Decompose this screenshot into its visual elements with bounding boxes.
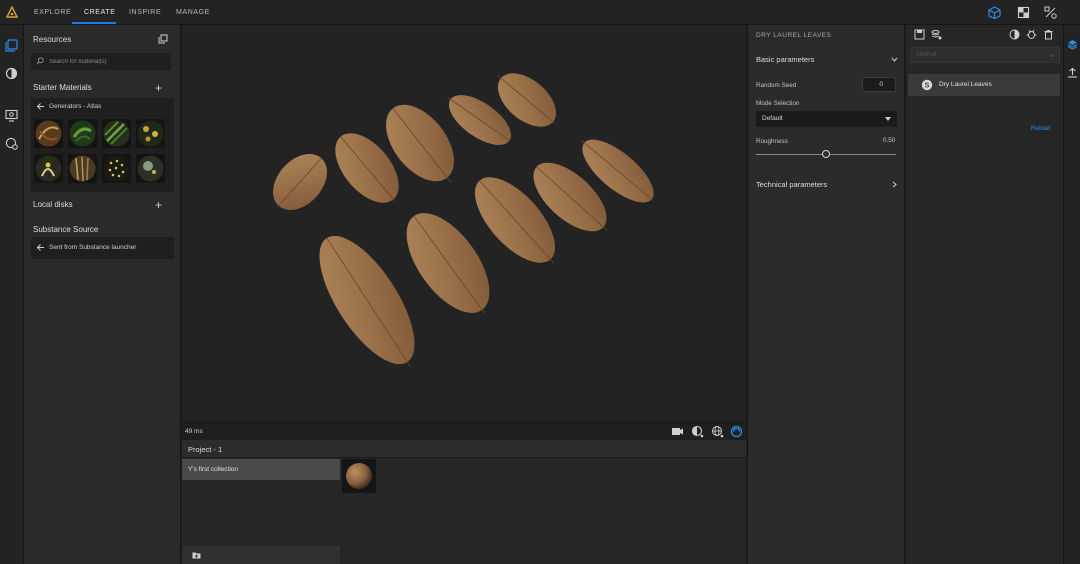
resources-title: Resources [33, 35, 72, 44]
layers-icon[interactable] [1067, 39, 1078, 50]
collection-label: Y's first collection [188, 466, 239, 473]
resources-panel: Resources Starter Materials + Generators… [24, 25, 181, 564]
layers-stack-icon[interactable] [931, 29, 942, 40]
debug-icon[interactable] [1026, 29, 1037, 40]
tab-manage[interactable]: MANAGE [176, 0, 210, 25]
substance-icon: S [921, 79, 933, 91]
viewport-toolbar: 49 ms [182, 422, 746, 440]
display-settings-icon[interactable] [5, 109, 18, 122]
project-header: Project - 1 [182, 440, 746, 458]
arrow-left-icon [36, 244, 44, 251]
collection-material-thumbnail[interactable] [342, 459, 376, 493]
arrow-left-icon [36, 103, 44, 110]
3d-viewport[interactable] [182, 25, 746, 422]
material-icon[interactable] [5, 67, 18, 80]
render-timing: 49 ms [185, 428, 203, 435]
material-graph-label: Dry Laurel Leaves [939, 81, 992, 88]
material-graph-item[interactable]: S Dry Laurel Leaves [908, 74, 1060, 96]
material-thumbnail[interactable] [102, 154, 131, 183]
library-icon[interactable] [5, 39, 18, 52]
random-seed-value: 0 [879, 81, 883, 88]
random-seed-input[interactable]: 0 [862, 77, 896, 92]
substance-source-box: Sent from Substance launcher [31, 237, 174, 259]
roughness-slider[interactable] [756, 149, 896, 161]
material-thumbnail[interactable] [34, 119, 63, 148]
svg-text:S: S [925, 82, 930, 89]
substance-launcher-back[interactable]: Sent from Substance launcher [31, 239, 174, 257]
graph-output-placeholder: Normal [917, 52, 937, 58]
active-tab-indicator [72, 22, 116, 24]
search-icon [36, 57, 44, 65]
app-logo-icon[interactable] [6, 6, 18, 18]
2d-view-icon[interactable] [1017, 6, 1030, 19]
add-starter-material-icon[interactable]: + [155, 82, 162, 94]
parameters-panel: DRY LAUREL LEAVES Basic parameters Rando… [747, 25, 905, 564]
basic-parameters-toggle[interactable]: Basic parameters [756, 55, 814, 64]
add-local-disk-icon[interactable]: + [155, 199, 162, 211]
leaf [273, 154, 327, 210]
lighting-icon[interactable] [691, 425, 704, 438]
environment-settings-icon[interactable] [5, 137, 18, 150]
material-name-header: DRY LAUREL LEAVES [756, 32, 832, 39]
contrast-icon[interactable] [1009, 29, 1020, 40]
project-title: Project - 1 [188, 445, 223, 454]
material-thumbnail[interactable] [136, 154, 165, 183]
technical-parameters-toggle[interactable]: Technical parameters [756, 180, 827, 189]
render-icon[interactable] [730, 425, 743, 438]
caret-down-icon [885, 117, 891, 121]
detach-panel-icon[interactable] [158, 34, 168, 44]
random-seed-label: Random Seed [756, 82, 797, 89]
material-thumbnail[interactable] [34, 154, 63, 183]
generators-atlas-back[interactable]: Generators - Atlas [31, 98, 174, 116]
save-icon[interactable] [914, 29, 925, 40]
starter-materials-title: Starter Materials [33, 83, 92, 92]
generators-atlas-label: Generators - Atlas [49, 103, 102, 110]
project-panel: Project - 1 Y's first collection [182, 440, 746, 564]
chevron-down-icon [1049, 54, 1054, 58]
local-disks-title: Local disks [33, 200, 73, 209]
roughness-label: Roughness [756, 138, 788, 145]
top-bar: EXPLORE CREATE INSPIRE MANAGE [0, 0, 1080, 25]
starter-materials-box: Generators - Atlas [31, 98, 174, 192]
export-icon[interactable] [1067, 67, 1078, 78]
mode-selection-dropdown[interactable]: Default [756, 111, 897, 127]
material-thumbnail[interactable] [68, 119, 97, 148]
reload-link[interactable]: Reload [1031, 126, 1050, 132]
share-icon[interactable] [1044, 6, 1057, 19]
tab-explore[interactable]: EXPLORE [34, 0, 71, 25]
material-thumbnail[interactable] [136, 119, 165, 148]
chevron-right-icon[interactable] [891, 181, 898, 188]
collection-footer [182, 546, 340, 564]
material-search[interactable] [31, 53, 171, 70]
search-input[interactable] [49, 53, 167, 70]
environment-icon[interactable] [711, 425, 724, 438]
collection-item[interactable]: Y's first collection [182, 459, 340, 480]
dry-laurel-leaves-render [273, 73, 654, 368]
3d-view-icon[interactable] [988, 6, 1001, 19]
camera-icon[interactable] [671, 425, 684, 438]
substance-launcher-label: Sent from Substance launcher [49, 244, 137, 251]
chevron-down-icon[interactable] [891, 56, 898, 63]
right-icon-rail [1063, 25, 1080, 564]
material-thumbnail[interactable] [68, 154, 97, 183]
mode-selection-value: Default [762, 115, 783, 122]
substance-source-title: Substance Source [33, 225, 99, 234]
left-icon-rail [0, 25, 24, 564]
mode-selection-label: Mode Selection [756, 100, 800, 107]
graph-output-select[interactable]: Normal [910, 47, 1060, 63]
add-folder-icon[interactable] [192, 551, 201, 559]
slider-handle[interactable] [822, 150, 830, 158]
tab-inspire[interactable]: INSPIRE [129, 0, 161, 25]
roughness-value: 0.50 [883, 137, 896, 144]
trash-icon[interactable] [1043, 29, 1054, 40]
graph-panel: Normal S Dry Laurel Leaves Reload [906, 25, 1063, 564]
material-thumbnail[interactable] [102, 119, 131, 148]
